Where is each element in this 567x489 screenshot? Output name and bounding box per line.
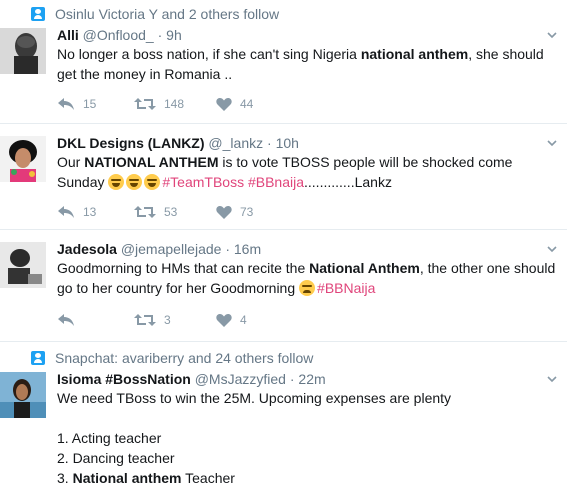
avatar[interactable]	[0, 28, 46, 74]
laughing-emoji-icon	[144, 174, 161, 190]
social-context[interactable]: Osinlu Victoria Y and 2 others follow	[31, 6, 279, 22]
reply-button[interactable]: 13	[57, 205, 134, 219]
tweet-actions: 3 4	[57, 310, 247, 330]
tweet-header: Jadesola @jemapellejade · 16m	[57, 241, 262, 257]
timestamp[interactable]: 10h	[276, 135, 299, 151]
retweet-icon	[134, 98, 156, 110]
display-name[interactable]: Alli	[57, 27, 79, 43]
tweet-text: We need TBoss to win the 25M. Upcoming e…	[57, 388, 557, 488]
like-button[interactable]: 4	[216, 313, 247, 327]
tweet-header: Alli @Onflood_ · 9h	[57, 27, 182, 43]
tweet-text: Our NATIONAL ANTHEM is to vote TBOSS peo…	[57, 154, 513, 190]
social-context[interactable]: Snapchat: avariberry and 24 others follo…	[31, 350, 313, 366]
list-item: 2. Dancing teacher	[57, 450, 175, 466]
avatar[interactable]	[0, 136, 46, 182]
tweet-text: No longer a boss nation, if she can't si…	[57, 46, 544, 82]
tweet[interactable]: DKL Designs (LANKZ) @_lankz · 10h Our NA…	[0, 124, 567, 230]
reply-icon	[58, 206, 74, 218]
timestamp[interactable]: 22m	[298, 371, 325, 387]
tweet-actions: 15 148 44	[57, 94, 253, 114]
tweet[interactable]: Snapchat: avariberry and 24 others follo…	[0, 342, 567, 489]
like-button[interactable]: 73	[216, 205, 253, 219]
retweet-button[interactable]: 53	[134, 205, 216, 219]
display-name[interactable]: Isioma #BossNation	[57, 371, 191, 387]
reply-button[interactable]: 15	[57, 97, 134, 111]
avatar[interactable]	[0, 372, 46, 418]
reply-icon	[58, 314, 74, 326]
hashtags[interactable]: #TeamTBoss #BBnaija	[162, 174, 304, 190]
avatar[interactable]	[0, 242, 46, 288]
user-follow-icon	[31, 351, 45, 365]
display-name[interactable]: Jadesola	[57, 241, 117, 257]
hashtags[interactable]: #BBNaija	[317, 280, 375, 296]
user-handle[interactable]: @MsJazzyfied	[195, 371, 286, 387]
sad-emoji-icon	[299, 280, 316, 296]
tweet[interactable]: Osinlu Victoria Y and 2 others follow Al…	[0, 0, 567, 124]
chevron-down-icon[interactable]	[547, 374, 557, 384]
retweet-button[interactable]: 148	[134, 97, 216, 111]
laughing-emoji-icon	[126, 174, 143, 190]
chevron-down-icon[interactable]	[547, 244, 557, 254]
user-handle[interactable]: @jemapellejade	[121, 241, 222, 257]
laughing-emoji-icon	[108, 174, 125, 190]
tweet-header: Isioma #BossNation @MsJazzyfied · 22m	[57, 371, 326, 387]
reply-icon	[58, 98, 74, 110]
like-button[interactable]: 44	[216, 97, 253, 111]
timeline-feed: Osinlu Victoria Y and 2 others follow Al…	[0, 0, 567, 489]
chevron-down-icon[interactable]	[547, 30, 557, 40]
social-context-text: Snapchat: avariberry and 24 others follo…	[55, 350, 314, 366]
heart-icon	[216, 97, 232, 111]
retweet-icon	[134, 206, 156, 218]
heart-icon	[216, 205, 232, 219]
timestamp[interactable]: 16m	[234, 241, 261, 257]
user-follow-icon	[31, 7, 45, 21]
tweet-actions: 13 53 73	[57, 202, 253, 222]
reply-button[interactable]	[57, 313, 134, 327]
list-item: 3. National anthem Teacher	[57, 470, 235, 486]
social-context-text: Osinlu Victoria Y and 2 others follow	[55, 6, 280, 22]
display-name[interactable]: DKL Designs (LANKZ)	[57, 135, 205, 151]
heart-icon	[216, 313, 232, 327]
tweet-text: Goodmorning to HMs that can recite the N…	[57, 260, 556, 296]
timestamp[interactable]: 9h	[166, 27, 182, 43]
retweet-button[interactable]: 3	[134, 313, 216, 327]
tweet-header: DKL Designs (LANKZ) @_lankz · 10h	[57, 135, 299, 151]
user-handle[interactable]: @_lankz	[208, 135, 263, 151]
tweet[interactable]: Jadesola @jemapellejade · 16m Goodmornin…	[0, 230, 567, 342]
retweet-icon	[134, 314, 156, 326]
user-handle[interactable]: @Onflood_	[83, 27, 154, 43]
list-item: 1. Acting teacher	[57, 430, 162, 446]
chevron-down-icon[interactable]	[547, 138, 557, 148]
